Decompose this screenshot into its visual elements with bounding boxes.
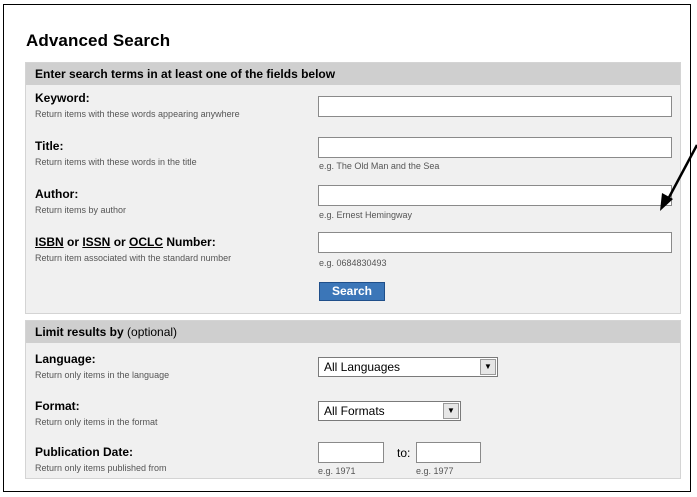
label-or-2: or (110, 235, 130, 249)
limit-header-bold: Limit results by (35, 325, 124, 339)
title-input[interactable] (318, 137, 672, 158)
pubdate-to-example: e.g. 1977 (416, 466, 454, 476)
format-label: Format: (35, 399, 80, 413)
pubdate-from-example: e.g. 1971 (318, 466, 356, 476)
author-input[interactable] (318, 185, 672, 206)
keyword-help: Return items with these words appearing … (35, 109, 240, 119)
search-panel-header: Enter search terms in at least one of th… (26, 63, 680, 85)
language-select[interactable]: All Languages ▼ (318, 357, 498, 377)
limit-header-optional: (optional) (123, 325, 178, 339)
format-help: Return only items in the format (35, 417, 158, 427)
title-label: Title: (35, 139, 64, 153)
standard-number-input[interactable] (318, 232, 672, 253)
keyword-input[interactable] (318, 96, 672, 117)
search-panel: Enter search terms in at least one of th… (25, 62, 681, 314)
chevron-down-icon[interactable]: ▼ (480, 359, 496, 375)
search-button[interactable]: Search (319, 282, 385, 301)
format-select[interactable]: All Formats ▼ (318, 401, 461, 421)
issn-abbr: ISSN (82, 235, 111, 249)
format-selected: All Formats (324, 404, 385, 418)
language-label: Language: (35, 352, 96, 366)
pubdate-help: Return only items published from (35, 463, 167, 473)
standard-number-example: e.g. 0684830493 (319, 258, 387, 268)
title-example: e.g. The Old Man and the Sea (319, 161, 440, 171)
chevron-down-icon[interactable]: ▼ (443, 403, 459, 419)
pubdate-to-label: to: (397, 446, 411, 460)
label-or-1: or (63, 235, 83, 249)
standard-number-label: ISBN or ISSN or OCLC Number: (35, 235, 216, 249)
limit-panel-header: Limit results by (optional) (26, 321, 680, 343)
title-help: Return items with these words in the tit… (35, 157, 197, 167)
pubdate-to-input[interactable] (416, 442, 481, 463)
keyword-label: Keyword: (35, 91, 90, 105)
language-help: Return only items in the language (35, 370, 170, 380)
isbn-abbr: ISBN (35, 235, 64, 249)
oclc-abbr: OCLC (129, 235, 164, 249)
standard-number-help: Return item associated with the standard… (35, 253, 232, 263)
author-help: Return items by author (35, 205, 127, 215)
author-example: e.g. Ernest Hemingway (319, 210, 413, 220)
limit-panel: Limit results by (optional) Language: Re… (25, 320, 681, 479)
label-number: Number: (163, 235, 216, 249)
pubdate-label: Publication Date: (35, 445, 134, 459)
page-title: Advanced Search (26, 31, 171, 50)
author-label: Author: (35, 187, 79, 201)
language-selected: All Languages (324, 360, 401, 374)
pubdate-from-input[interactable] (318, 442, 384, 463)
